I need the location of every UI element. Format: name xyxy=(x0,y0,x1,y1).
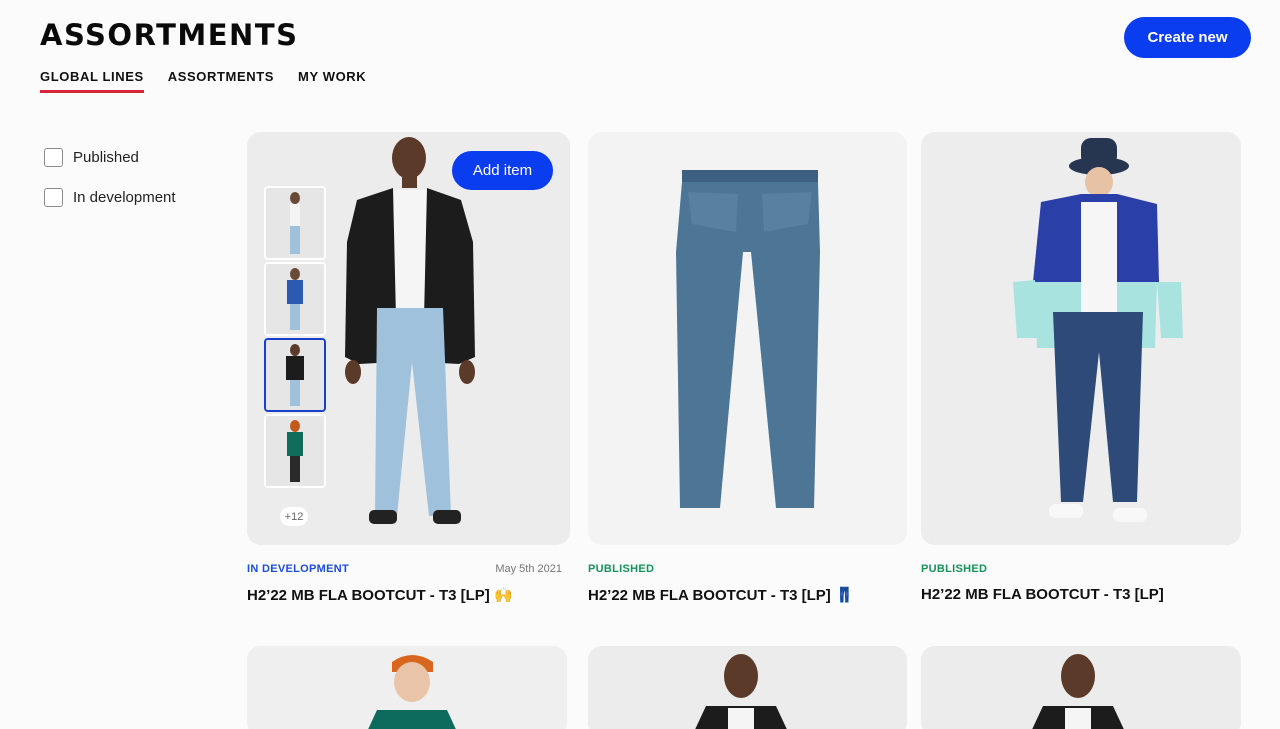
assortment-card[interactable]: PUBLISHED H2’22 MB FLA BOOTCUT - T3 [LP] xyxy=(921,132,1241,612)
card-title[interactable]: H2’22 MB FLA BOOTCUT - T3 [LP] 🙌 xyxy=(247,586,570,604)
tab-bar: GLOBAL LINES ASSORTMENTS MY WORK xyxy=(40,69,366,93)
assortment-card[interactable]: Add item +12 IN DEVELOPMENT May 5th 2021… xyxy=(247,132,570,612)
jeans-photo xyxy=(588,132,907,545)
thumbnail-item-selected[interactable] xyxy=(264,338,326,412)
thumbnail-item[interactable] xyxy=(264,414,326,488)
status-badge: PUBLISHED xyxy=(921,563,988,575)
in-development-checkbox[interactable] xyxy=(44,187,63,207)
thumbnail-item[interactable] xyxy=(264,186,326,260)
card-image[interactable] xyxy=(247,646,567,729)
card-meta: PUBLISHED H2’22 MB FLA BOOTCUT - T3 [LP]… xyxy=(588,563,907,604)
more-count-badge[interactable]: +12 xyxy=(280,507,308,526)
filter-published[interactable]: Published xyxy=(44,147,176,167)
card-date: May 5th 2021 xyxy=(495,563,562,575)
assortment-card[interactable]: PUBLISHED H2’22 MB FLA BOOTCUT - T3 [LP]… xyxy=(588,132,907,612)
page-title: ASSORTMENTS xyxy=(40,18,299,52)
tab-assortments[interactable]: ASSORTMENTS xyxy=(168,69,274,93)
filter-panel: Published In development xyxy=(44,147,176,227)
card-image[interactable] xyxy=(921,646,1241,729)
model-photo xyxy=(247,646,567,729)
card-meta: IN DEVELOPMENT May 5th 2021 H2’22 MB FLA… xyxy=(247,563,570,604)
create-new-button[interactable]: Create new xyxy=(1124,17,1251,58)
tab-global-lines[interactable]: GLOBAL LINES xyxy=(40,69,144,93)
card-meta: PUBLISHED H2’22 MB FLA BOOTCUT - T3 [LP] xyxy=(921,563,1241,603)
filter-in-development[interactable]: In development xyxy=(44,187,176,207)
thumbnail-strip xyxy=(264,186,326,490)
tab-my-work[interactable]: MY WORK xyxy=(298,69,366,93)
published-checkbox[interactable] xyxy=(44,147,63,167)
card-title[interactable]: H2’22 MB FLA BOOTCUT - T3 [LP] xyxy=(921,586,1241,603)
thumbnail-item[interactable] xyxy=(264,262,326,336)
card-image[interactable] xyxy=(921,132,1241,545)
card-image[interactable] xyxy=(588,646,907,729)
card-title[interactable]: H2’22 MB FLA BOOTCUT - T3 [LP] 👖 xyxy=(588,586,907,604)
model-photo xyxy=(921,132,1241,545)
filter-label: In development xyxy=(73,188,176,206)
status-badge: PUBLISHED xyxy=(588,563,655,575)
filter-label: Published xyxy=(73,148,139,166)
model-photo xyxy=(921,646,1241,729)
model-photo xyxy=(588,646,907,729)
add-item-button[interactable]: Add item xyxy=(452,151,553,190)
card-image[interactable]: Add item +12 xyxy=(247,132,570,545)
card-image[interactable] xyxy=(588,132,907,545)
